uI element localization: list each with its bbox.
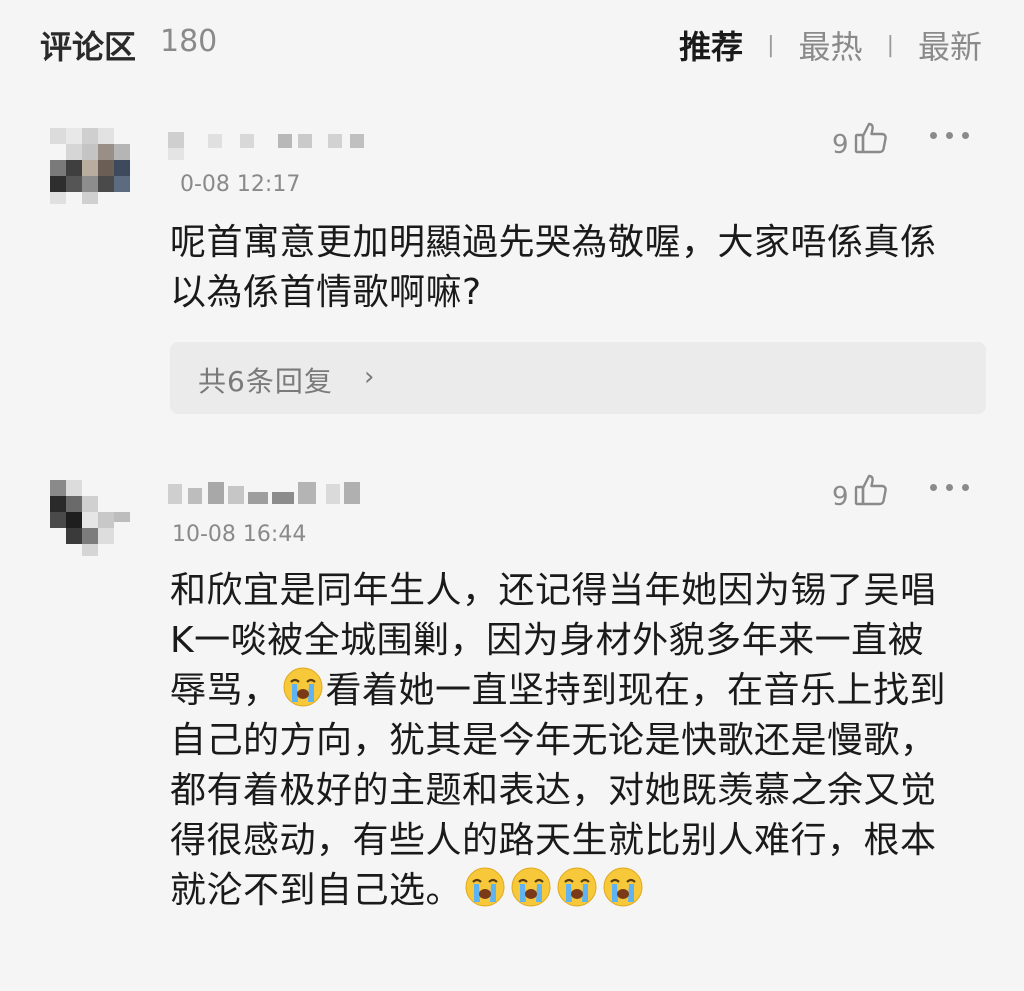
username-blurred[interactable]	[168, 128, 368, 162]
comment-section-title: 评论区	[40, 28, 137, 66]
username-blurred[interactable]	[168, 478, 388, 512]
tab-separator: |	[767, 32, 775, 58]
comment-line: 得很感动，有些人的路天生就比别人难行，根本	[170, 820, 937, 861]
tab-separator: |	[886, 32, 894, 58]
comment-text: 和欣宜是同年生人，还记得当年她因为锡了吴唱 K一啖被全城围剿，因为身材外貌多年来…	[170, 566, 990, 916]
sort-tabs: 推荐 | 最热 | 最新	[679, 22, 982, 68]
loudly-crying-face-icon	[556, 866, 598, 908]
tab-recommended[interactable]: 推荐	[679, 22, 743, 68]
loudly-crying-face-icon	[282, 666, 324, 708]
more-dots-icon[interactable]	[930, 484, 970, 494]
like-button[interactable]: 9	[832, 472, 889, 512]
comment-line: 都有着极好的主题和表达，对她既羡慕之余又觉	[170, 770, 937, 811]
loudly-crying-face-icon	[464, 866, 506, 908]
like-count: 9	[832, 482, 849, 512]
thumb-up-icon	[853, 120, 889, 160]
avatar[interactable]	[38, 116, 138, 216]
comment-fragment: 就沦不到自己选。	[170, 870, 463, 911]
thumb-up-icon	[853, 472, 889, 512]
comment-time: 0-08 12:17	[180, 172, 301, 197]
comment-line: 以為係首情歌啊嘛?	[170, 272, 482, 313]
comment-line: 辱骂， 看着她一直坚持到现在，在音乐上找到	[170, 666, 990, 716]
comment-fragment: 看着她一直坚持到现在，在音乐上找到	[325, 670, 947, 711]
comment-line: 呢首寓意更加明顯過先哭為敬喔，大家唔係真係	[170, 222, 937, 263]
comment-time: 10-08 16:44	[172, 522, 307, 547]
comment-line: 就沦不到自己选。	[170, 866, 990, 916]
like-count: 9	[832, 130, 849, 160]
comment-line: 自己的方向，犹其是今年无论是快歌还是慢歌，	[170, 720, 937, 761]
loudly-crying-face-icon	[602, 866, 644, 908]
comment-text: 呢首寓意更加明顯過先哭為敬喔，大家唔係真係 以為係首情歌啊嘛?	[170, 218, 990, 318]
comment-line: K一啖被全城围剿，因为身材外貌多年来一直被	[170, 620, 925, 661]
reply-count-label: 共6条回复	[198, 365, 333, 398]
comment-count: 180	[160, 24, 218, 59]
more-dots-icon[interactable]	[930, 132, 970, 142]
like-button[interactable]: 9	[832, 120, 889, 160]
comment-fragment: 辱骂，	[170, 670, 280, 711]
comment-header: 评论区 180 推荐 | 最热 | 最新	[0, 0, 1024, 90]
avatar[interactable]	[38, 468, 138, 568]
tab-newest[interactable]: 最新	[918, 22, 982, 68]
tab-hottest[interactable]: 最热	[799, 22, 863, 68]
view-replies-button[interactable]: 共6条回复 ›	[170, 342, 986, 414]
loudly-crying-face-icon	[510, 866, 552, 908]
chevron-right-icon: ›	[364, 362, 375, 392]
comment-line: 和欣宜是同年生人，还记得当年她因为锡了吴唱	[170, 570, 937, 611]
